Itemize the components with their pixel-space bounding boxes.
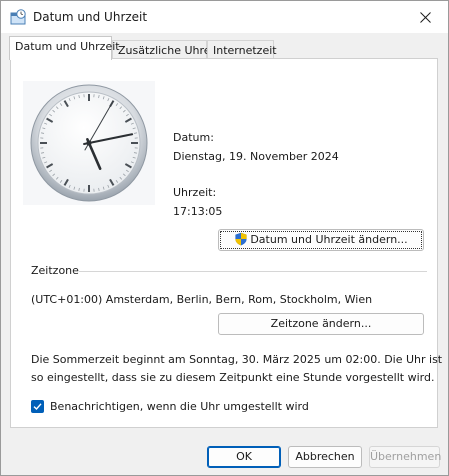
timezone-value: (UTC+01:00) Amsterdam, Berlin, Bern, Rom… [31, 293, 373, 306]
date-time-dialog: Datum und Uhrzeit Datum und Uhrzeit Zusä… [0, 0, 449, 476]
close-icon [419, 11, 431, 23]
ok-button[interactable]: OK [207, 446, 281, 468]
uac-shield-icon [235, 232, 247, 246]
change-timezone-button[interactable]: Zeitzone ändern... [218, 313, 424, 335]
timezone-section-label: Zeitzone [31, 264, 79, 277]
timezone-divider [79, 271, 427, 272]
checkmark-icon [33, 403, 42, 411]
window-title: Datum und Uhrzeit [33, 10, 148, 24]
change-date-time-label: Datum und Uhrzeit ändern... [250, 233, 408, 246]
title-bar: Datum und Uhrzeit [1, 1, 448, 33]
change-date-time-button[interactable]: Datum und Uhrzeit ändern... [218, 229, 424, 251]
notify-checkbox[interactable] [31, 400, 44, 413]
tab-date-time[interactable]: Datum und Uhrzeit [9, 36, 120, 60]
time-value: 17:13:05 [173, 205, 223, 218]
apply-button[interactable]: Übernehmen [369, 446, 441, 468]
time-label: Uhrzeit: [173, 186, 217, 199]
clock-app-icon [10, 9, 26, 25]
date-label: Datum: [173, 131, 214, 144]
tab-panel-date-time: Datum: Dienstag, 19. November 2024 Uhrze… [10, 58, 442, 428]
dst-info-line-2: so eingestellt, dass sie zu diesem Zeitp… [31, 371, 435, 384]
analog-clock [23, 81, 155, 205]
dst-info-line-1: Die Sommerzeit beginnt am Sonntag, 30. M… [31, 353, 443, 366]
date-value: Dienstag, 19. November 2024 [173, 150, 339, 163]
notify-checkbox-label[interactable]: Benachrichtigen, wenn die Uhr umgestellt… [50, 400, 309, 413]
close-button[interactable] [402, 1, 448, 33]
clock-face [30, 84, 148, 202]
dialog-body: Datum und Uhrzeit Zusätzliche Uhren Inte… [1, 33, 448, 475]
cancel-button[interactable]: Abbrechen [288, 446, 362, 468]
